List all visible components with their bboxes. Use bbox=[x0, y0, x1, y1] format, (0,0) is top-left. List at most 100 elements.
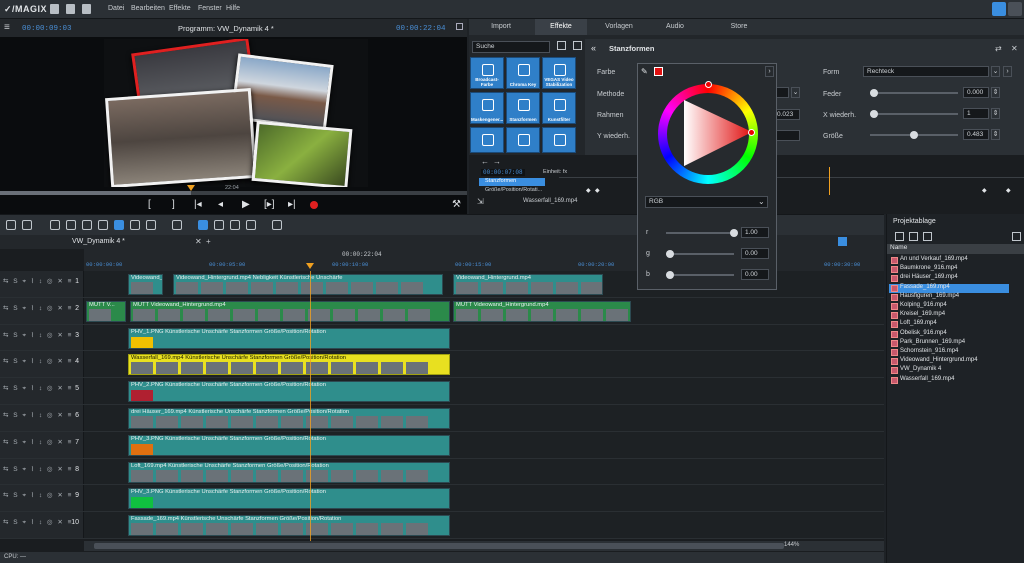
track-header[interactable]: ⇆ S ⌖ ⌇ ↕ ◎ ✕ ≡ 6 bbox=[0, 405, 84, 431]
grid-view-icon[interactable] bbox=[557, 41, 566, 50]
keyframe-marker[interactable]: ◆ bbox=[1006, 187, 1011, 194]
list-view-icon[interactable] bbox=[573, 41, 582, 50]
effect-tile[interactable] bbox=[542, 127, 576, 153]
track-header[interactable]: ⇆ S ⌖ ⌇ ↕ ◎ ✕ ≡ 5 bbox=[0, 378, 84, 404]
effects-search-input[interactable]: Suche bbox=[472, 41, 550, 53]
hue-handle[interactable] bbox=[705, 81, 712, 88]
timeline-clip[interactable]: MUTT Videowand_Hintergrund.mp4 bbox=[453, 300, 631, 322]
scrub-bar[interactable] bbox=[0, 185, 467, 195]
eyedropper-icon[interactable]: ✎ bbox=[641, 67, 648, 76]
track-controls[interactable]: ⇆ S ⌖ ⌇ ↕ ◎ ✕ ≡ bbox=[3, 438, 73, 447]
effect-tile[interactable]: Stanzformen bbox=[506, 92, 540, 124]
project-list-item[interactable]: Hausfiguren_169.mp4 bbox=[889, 293, 1009, 302]
timeline-clip[interactable]: PHV_1.PNG Künstlerische Unschärfe Stanzf… bbox=[128, 327, 450, 349]
groesse-spin[interactable]: ⇕ bbox=[991, 129, 1000, 140]
sat-handle[interactable] bbox=[748, 129, 755, 136]
track-controls[interactable]: ⇆ S ⌖ ⌇ ↕ ◎ ✕ ≡ bbox=[3, 304, 73, 313]
saturation-triangle[interactable] bbox=[658, 84, 758, 184]
mark-in-icon[interactable]: [ bbox=[148, 199, 151, 210]
track-controls[interactable]: ⇆ S ⌖ ⌇ ↕ ◎ ✕ ≡ bbox=[3, 384, 73, 393]
slip-tool-icon[interactable] bbox=[230, 220, 240, 230]
go-end-icon[interactable]: ▸| bbox=[288, 199, 296, 210]
feder-slider[interactable] bbox=[870, 89, 958, 97]
timeline-clip[interactable]: Loft_169.mp4 Künstlerische Unschärfe Sta… bbox=[128, 461, 450, 483]
effect-tile[interactable] bbox=[470, 127, 504, 153]
kf-next-icon[interactable]: → bbox=[493, 157, 501, 166]
pointer-tool-icon[interactable] bbox=[198, 220, 208, 230]
playhead-marker[interactable] bbox=[187, 185, 196, 191]
feder-field[interactable]: 0.000 bbox=[963, 87, 989, 98]
folder-icon[interactable] bbox=[909, 232, 918, 241]
project-list-item[interactable]: drei Häuser_169.mp4 bbox=[889, 274, 1009, 283]
channel-field-g[interactable]: 0.00 bbox=[741, 248, 769, 259]
effect-tile[interactable]: Chroma Key bbox=[506, 57, 540, 89]
tab-import[interactable]: Import bbox=[481, 19, 521, 35]
step-forward-icon[interactable]: [▸] bbox=[264, 199, 275, 210]
split-icon[interactable] bbox=[98, 220, 108, 230]
dropdown-arrow-icon[interactable]: ⌄ bbox=[758, 197, 765, 206]
form-dropdown[interactable]: Rechteck bbox=[863, 66, 989, 77]
swap-icon[interactable]: ⇄ bbox=[995, 44, 1002, 53]
popup-expand-icon[interactable]: › bbox=[765, 66, 774, 77]
tab-store[interactable]: Store bbox=[719, 19, 759, 35]
x-wiederh-spin[interactable]: ⇕ bbox=[991, 108, 1000, 119]
timeline-clip[interactable]: PHV_3.PNG Künstlerische Unschärfe Stanzf… bbox=[128, 434, 450, 456]
play-icon[interactable]: ▶ bbox=[242, 199, 250, 210]
horizontal-scrollbar[interactable]: 144% bbox=[84, 541, 884, 551]
record-icon[interactable] bbox=[310, 201, 318, 209]
delete-icon[interactable] bbox=[50, 220, 60, 230]
hamburger-menu-icon[interactable]: ≡ bbox=[4, 22, 10, 33]
effect-tile[interactable]: VEGAS Video Stabilization bbox=[542, 57, 576, 89]
track-header[interactable]: ⇆ S ⌖ ⌇ ↕ ◎ ✕ ≡ 1 bbox=[0, 271, 84, 297]
column-header-name[interactable]: Name bbox=[887, 244, 1024, 254]
channel-knob-g[interactable] bbox=[666, 250, 674, 258]
wrench-icon[interactable]: ⚒ bbox=[452, 199, 461, 210]
keyframe-marker[interactable]: ◆ bbox=[982, 187, 987, 194]
view-toggle-icon[interactable] bbox=[838, 237, 847, 246]
project-list-item[interactable]: Wasserfall_169.mp4 bbox=[889, 376, 1009, 385]
timeline-clip[interactable]: Videowand_Hin... bbox=[128, 274, 163, 295]
x-wiederh-field[interactable]: 1 bbox=[963, 108, 989, 119]
keyframe-marker[interactable]: ◆ bbox=[586, 187, 591, 194]
hue-wheel[interactable] bbox=[658, 81, 758, 184]
sequence-tab[interactable]: VW_Dynamik 4 * bbox=[72, 238, 125, 245]
project-list-item[interactable]: Kolping_916.mp4 bbox=[889, 302, 1009, 311]
trim-tool-icon[interactable] bbox=[214, 220, 224, 230]
close-tab-icon[interactable]: ✕ bbox=[195, 237, 202, 246]
settings-gear-icon[interactable] bbox=[992, 2, 1006, 16]
rahmen-field[interactable]: 0.023 bbox=[773, 109, 800, 120]
menu-effekte[interactable]: Effekte bbox=[169, 5, 191, 12]
timeline-clip[interactable]: MUTT V... bbox=[86, 300, 126, 322]
project-list-item[interactable]: Fassade_169.mp4 bbox=[889, 283, 1009, 293]
redo-icon[interactable] bbox=[22, 220, 32, 230]
import-icon[interactable] bbox=[895, 232, 904, 241]
feder-knob[interactable] bbox=[870, 89, 878, 97]
scrollbar-thumb[interactable] bbox=[94, 543, 784, 549]
groesse-knob[interactable] bbox=[910, 131, 918, 139]
track-controls[interactable]: ⇆ S ⌖ ⌇ ↕ ◎ ✕ ≡ bbox=[3, 357, 73, 366]
timeline-clip[interactable]: MUTT Videowand_Hintergrund.mp4 bbox=[130, 300, 450, 322]
timeline-clip[interactable]: Wasserfall_169.mp4 Künstlerische Unschär… bbox=[128, 354, 450, 376]
go-start-icon[interactable]: |◂ bbox=[194, 199, 202, 210]
undo-icon[interactable] bbox=[6, 220, 16, 230]
groesse-slider[interactable] bbox=[870, 131, 958, 139]
kf-tree-item-stanzformen[interactable]: Stanzformen bbox=[479, 178, 545, 186]
channel-knob-r[interactable] bbox=[730, 229, 738, 237]
color-mode-dropdown[interactable]: RGB bbox=[645, 196, 768, 208]
track-controls[interactable]: ⇆ S ⌖ ⌇ ↕ ◎ ✕ ≡ bbox=[3, 518, 73, 527]
track-header[interactable]: ⇆ S ⌖ ⌇ ↕ ◎ ✕ ≡ 8 bbox=[0, 458, 84, 485]
channel-field-b[interactable]: 0.00 bbox=[741, 269, 769, 280]
kf-playhead[interactable] bbox=[829, 167, 830, 195]
menu-fenster[interactable]: Fenster bbox=[198, 5, 222, 12]
new-file-icon[interactable] bbox=[50, 4, 59, 14]
track-header[interactable]: ⇆ S ⌖ ⌇ ↕ ◎ ✕ ≡ 9 bbox=[0, 485, 84, 512]
mark-out-icon[interactable]: ] bbox=[172, 199, 175, 210]
channel-field-r[interactable]: 1.00 bbox=[741, 227, 769, 238]
project-list-item[interactable]: Baumkrone_916.mp4 bbox=[889, 265, 1009, 274]
x-wiederh-slider[interactable] bbox=[870, 110, 958, 118]
info-icon[interactable] bbox=[1008, 2, 1022, 16]
project-list-item[interactable]: Kreisel_169.mp4 bbox=[889, 311, 1009, 320]
timeline-playhead-handle[interactable] bbox=[306, 263, 314, 269]
track-header[interactable]: ⇆ S ⌖ ⌇ ↕ ◎ ✕ ≡ 4 bbox=[0, 351, 84, 378]
back-icon[interactable]: « bbox=[591, 43, 596, 53]
